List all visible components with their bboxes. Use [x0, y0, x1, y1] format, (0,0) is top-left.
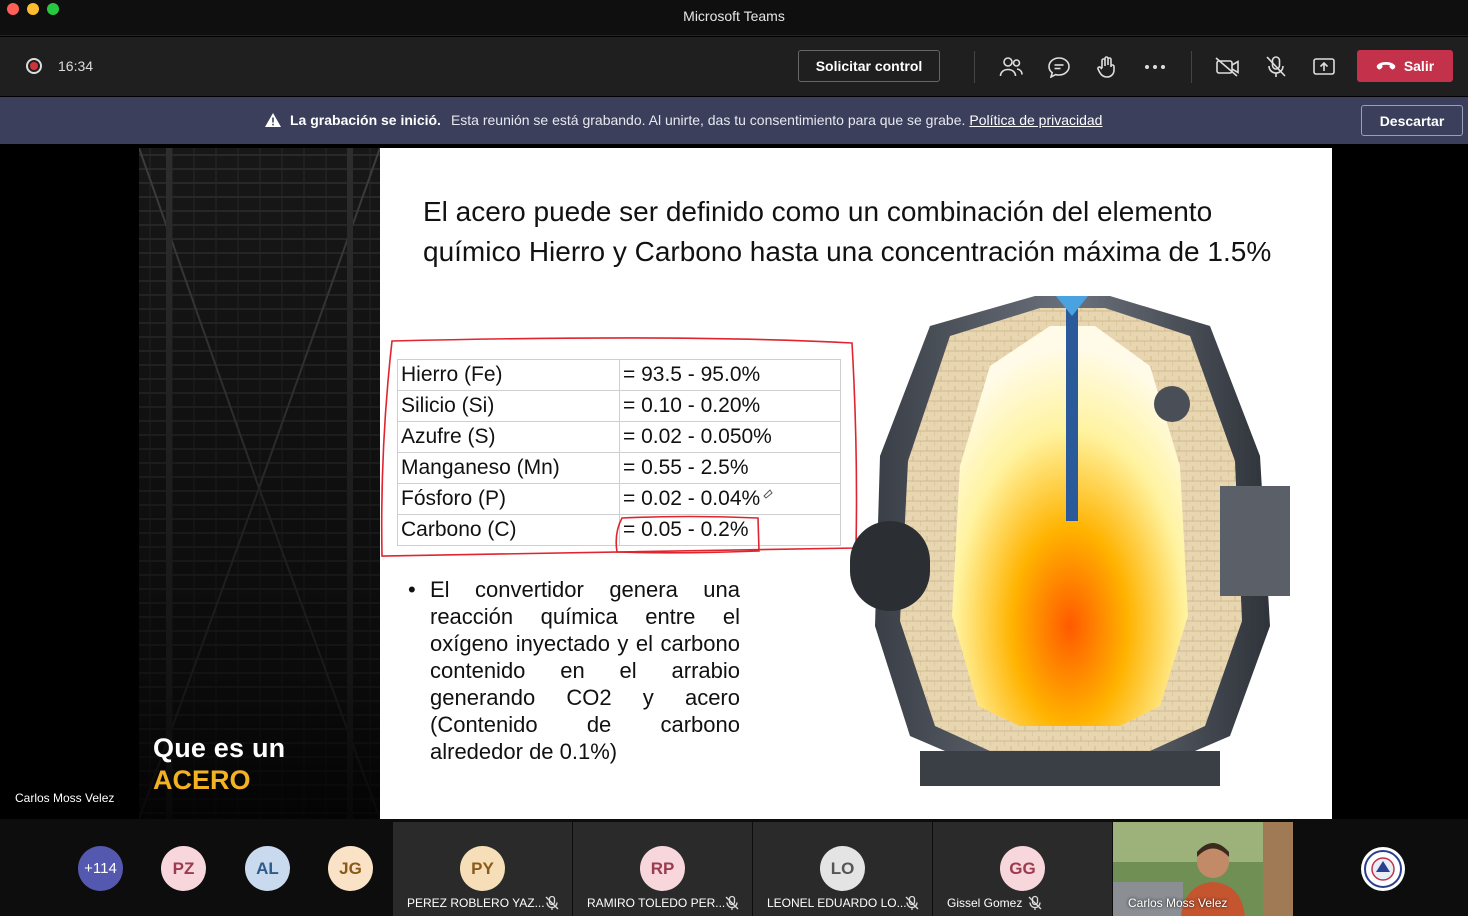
element-cell: Hierro (Fe): [397, 359, 620, 391]
shared-screen: Carlos Moss Velez Que es un ACERO El ace…: [0, 145, 1468, 819]
range-cell: = 0.10 - 0.20%: [619, 390, 841, 422]
avatar: RP: [640, 846, 685, 891]
table-row: Carbono (C) = 0.05 - 0.2%: [397, 514, 841, 546]
bullet-dot: •: [408, 577, 416, 602]
raise-hand-icon[interactable]: [1093, 53, 1121, 81]
window-title: Microsoft Teams: [683, 8, 785, 24]
participant-tile[interactable]: PY PEREZ ROBLERO YAZ...: [393, 822, 572, 916]
avatar[interactable]: AL: [245, 846, 290, 891]
mic-off-icon: [725, 895, 739, 910]
bullet-text: El convertidor genera una reacción quími…: [430, 577, 740, 764]
mic-off-icon: [545, 895, 559, 910]
recording-icon: [26, 58, 42, 74]
video-tile[interactable]: Carlos Moss Velez: [1113, 822, 1293, 916]
meeting-timer: 16:34: [58, 58, 94, 74]
participant-tile[interactable]: RP RAMIRO TOLEDO PER...: [573, 822, 752, 916]
overflow-participants-avatar[interactable]: +114: [78, 846, 123, 891]
participants-icon[interactable]: [997, 53, 1025, 81]
presentation-slide: El acero puede ser definido como un comb…: [380, 148, 1332, 819]
table-row: Hierro (Fe) = 93.5 - 95.0%: [397, 359, 841, 391]
avatar[interactable]: PZ: [161, 846, 206, 891]
element-cell: Fósforo (P): [397, 483, 620, 515]
organization-logo: [1361, 847, 1405, 891]
leave-label: Salir: [1403, 58, 1435, 74]
chat-icon[interactable]: [1045, 53, 1073, 81]
element-cell: Carbono (C): [397, 514, 620, 546]
table-row: Silicio (Si) = 0.10 - 0.20%: [397, 390, 841, 422]
banner-title: La grabación se inició.: [290, 112, 441, 128]
element-cell: Azufre (S): [397, 421, 620, 453]
toolbar-divider: [974, 51, 975, 83]
leave-button[interactable]: Salir: [1357, 50, 1453, 82]
range-cell: = 0.05 - 0.2%: [619, 514, 841, 546]
banner-message: Esta reunión se está grabando. Al unirte…: [450, 112, 966, 128]
participant-tile[interactable]: LO LEONEL EDUARDO LO...: [753, 822, 932, 916]
range-cell: = 93.5 - 95.0%: [619, 359, 841, 391]
share-screen-icon[interactable]: [1310, 53, 1338, 81]
slide-cover-panel: Que es un ACERO: [139, 148, 380, 819]
table-row: Manganeso (Mn) = 0.55 - 2.5%: [397, 452, 841, 484]
range-cell: = 0.02 - 0.04%: [619, 483, 841, 515]
title-bar: Microsoft Teams: [0, 0, 1468, 36]
range-cell: = 0.02 - 0.050%: [619, 421, 841, 453]
participant-name: Gissel Gomez: [947, 896, 1023, 910]
meeting-toolbar: 16:34 Solicitar control Salir: [0, 37, 1468, 96]
more-options-icon[interactable]: [1141, 53, 1169, 81]
range-cell: = 0.55 - 2.5%: [619, 452, 841, 484]
element-cell: Manganeso (Mn): [397, 452, 620, 484]
presenter-name: Carlos Moss Velez: [15, 791, 115, 805]
table-row: Azufre (S) = 0.02 - 0.050%: [397, 421, 841, 453]
participant-name: LEONEL EDUARDO LO...: [767, 896, 907, 910]
element-cell: Silicio (Si): [397, 390, 620, 422]
camera-off-icon[interactable]: [1214, 53, 1242, 81]
slide-bullet: • El convertidor genera una reacción quí…: [408, 576, 740, 765]
composition-table: Hierro (Fe) = 93.5 - 95.0% Silicio (Si) = …: [397, 359, 841, 546]
recording-banner: La grabación se inició. Esta reunión se …: [0, 97, 1468, 144]
dismiss-button[interactable]: Descartar: [1361, 105, 1463, 136]
hang-up-icon: [1376, 62, 1396, 70]
request-control-button[interactable]: Solicitar control: [798, 50, 940, 82]
converter-illustration: [850, 296, 1290, 786]
mic-off-icon: [905, 895, 919, 910]
participant-tile[interactable]: GG Gissel Gomez: [933, 822, 1112, 916]
avatar: PY: [460, 846, 505, 891]
privacy-policy-link[interactable]: Política de privacidad: [969, 112, 1102, 128]
table-row: Fósforo (P) = 0.02 - 0.04%: [397, 483, 841, 515]
slide-title: El acero puede ser definido como un comb…: [423, 196, 1272, 267]
participant-strip: +114 PZ AL JG PY PEREZ ROBLERO YAZ... RP…: [0, 819, 1468, 916]
cover-heading: Que es un: [153, 733, 286, 763]
avatar[interactable]: JG: [328, 846, 373, 891]
avatar: GG: [1000, 846, 1045, 891]
participant-name: Carlos Moss Velez: [1128, 896, 1228, 910]
cover-heading-accent: ACERO: [153, 765, 251, 795]
avatar: LO: [820, 846, 865, 891]
participant-name: RAMIRO TOLEDO PER...: [587, 896, 726, 910]
mic-off-icon[interactable]: [1262, 53, 1290, 81]
structure-photo: [139, 148, 380, 819]
participant-name: PEREZ ROBLERO YAZ...: [407, 896, 545, 910]
toolbar-divider: [1191, 51, 1192, 83]
warning-icon: [265, 113, 281, 127]
mic-off-icon: [1028, 895, 1042, 910]
